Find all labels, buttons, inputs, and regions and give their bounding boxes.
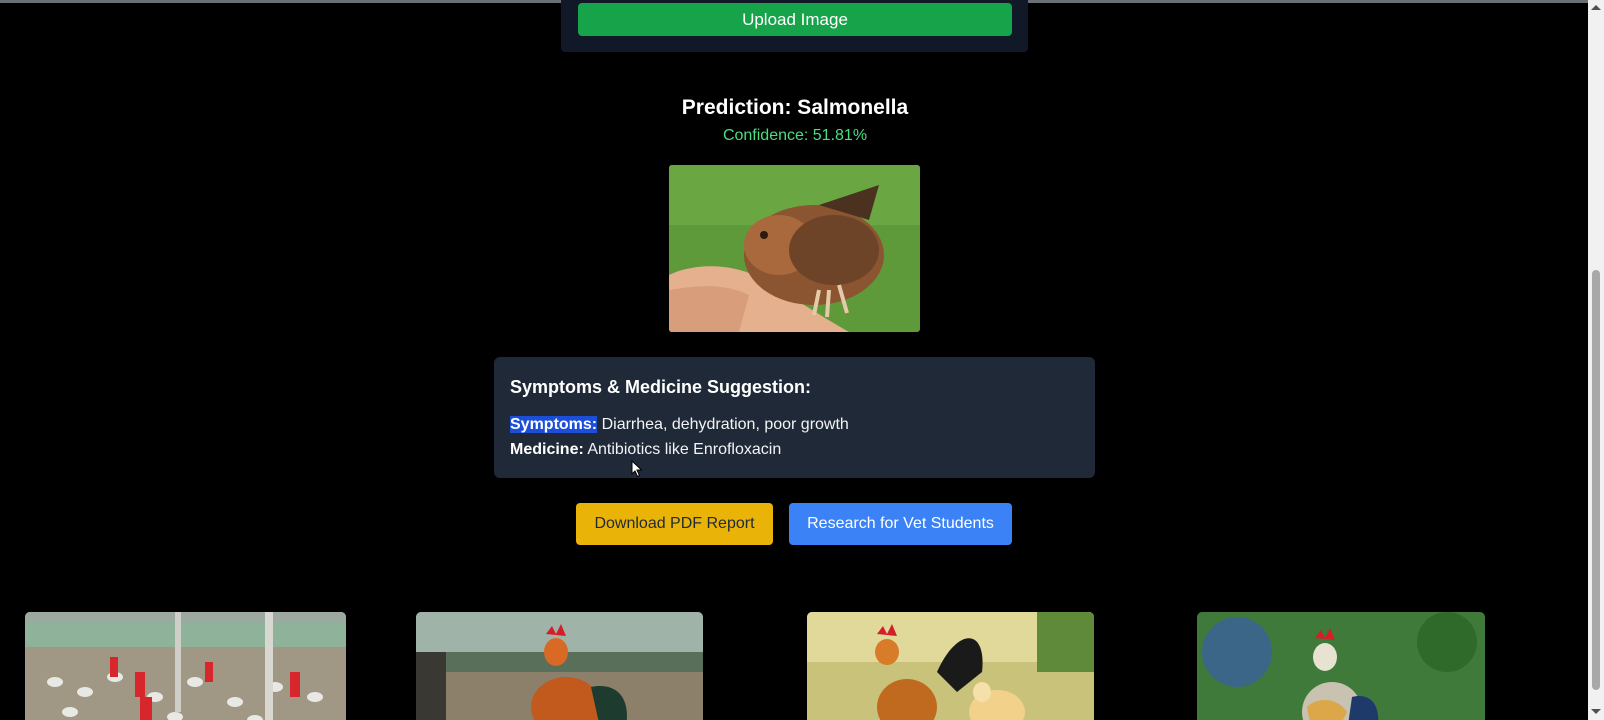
- gallery-image-poultry-farm: [25, 612, 346, 720]
- medicine-line: Medicine: Antibiotics like Enrofloxacin: [510, 437, 1079, 462]
- scroll-down-icon[interactable]: [1591, 709, 1601, 714]
- download-pdf-button[interactable]: Download PDF Report: [576, 503, 773, 545]
- scrollbar-thumb[interactable]: [1592, 270, 1600, 690]
- upload-image-button[interactable]: Upload Image: [578, 3, 1012, 36]
- gallery-image-rooster-and-hen: [807, 612, 1094, 720]
- research-button[interactable]: Research for Vet Students: [789, 503, 1012, 545]
- symptoms-value: Diarrhea, dehydration, poor growth: [601, 416, 849, 433]
- mouse-cursor-icon: [631, 459, 643, 483]
- symptoms-label: Symptoms:: [510, 416, 598, 433]
- suggestion-card: Symptoms & Medicine Suggestion: Symptoms…: [494, 357, 1095, 478]
- symptoms-line: Symptoms: Diarrhea, dehydration, poor gr…: [510, 412, 1079, 437]
- suggestion-heading: Symptoms & Medicine Suggestion:: [510, 377, 812, 397]
- medicine-label: Medicine:: [510, 441, 584, 458]
- confidence-text: Confidence: 51.81%: [722, 127, 868, 144]
- prediction-title: Prediction: Salmonella: [681, 96, 909, 119]
- gallery-image-rooster-1: [416, 612, 703, 720]
- scroll-up-icon[interactable]: [1591, 5, 1601, 10]
- medicine-value: Antibiotics like Enrofloxacin: [587, 441, 782, 458]
- gallery-image-rooster-2: [1197, 612, 1485, 720]
- page: Upload Image Prediction: Salmonella Conf…: [0, 0, 1604, 720]
- uploaded-chick-photo: [669, 165, 920, 332]
